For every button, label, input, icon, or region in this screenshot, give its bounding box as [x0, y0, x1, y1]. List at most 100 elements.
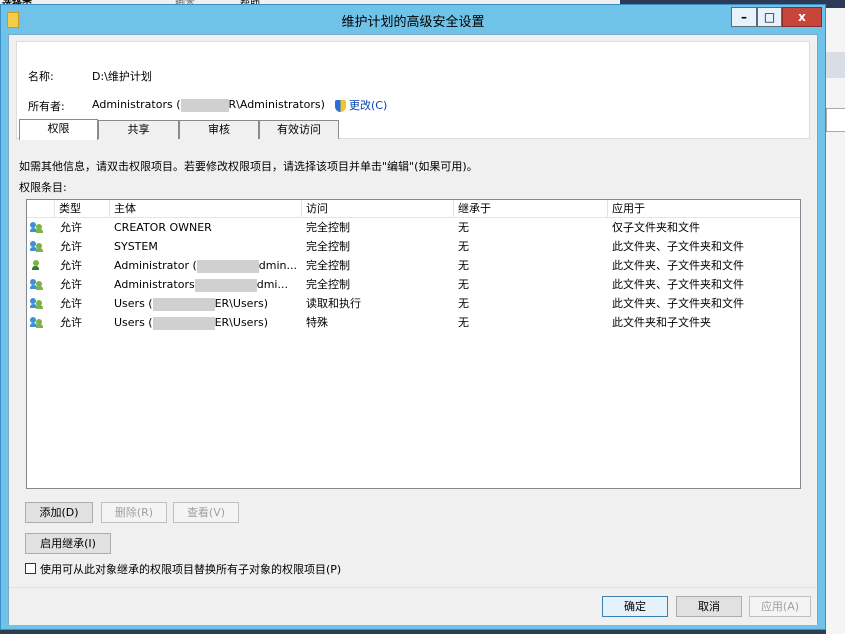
dialog-button-bar: 确定 取消 应用(A): [9, 587, 817, 625]
cell-inherited: 无: [458, 297, 469, 310]
minimize-button[interactable]: –: [731, 7, 757, 27]
cell-applies: 此文件夹、子文件夹和文件: [612, 240, 744, 253]
cell-applies: 仅子文件夹和文件: [612, 221, 700, 234]
replace-child-permissions-label: 使用可从此对象继承的权限项目替换所有子对象的权限项目(P): [40, 563, 342, 576]
background-field: [826, 108, 845, 132]
header-icon-col: [27, 200, 55, 217]
principal-tail: dmin...: [258, 259, 297, 272]
cell-type: 允许: [60, 316, 82, 329]
group-icon: [30, 279, 43, 290]
cell-principal: Administrator ( dmin...: [114, 256, 302, 275]
cell-applies: 此文件夹和子文件夹: [612, 316, 711, 329]
cell-applies: 此文件夹、子文件夹和文件: [612, 297, 744, 310]
cell-applies: 此文件夹、子文件夹和文件: [612, 278, 744, 291]
add-button[interactable]: 添加(D): [25, 502, 93, 523]
cell-inherited: 无: [458, 221, 469, 234]
cell-type: 允许: [60, 221, 82, 234]
group-icon: [30, 298, 43, 309]
principal-tail: ER\Users): [214, 316, 268, 329]
table-row[interactable]: 允许 SYSTEM 完全控制 无 此文件夹、子文件夹和文件: [27, 237, 800, 256]
title-bar[interactable]: 维护计划的高级安全设置 – □ x: [1, 5, 825, 33]
cell-principal: CREATOR OWNER: [114, 218, 302, 237]
table-row[interactable]: 允许 Users ( ER\Users) 特殊 无 此文件夹和子文件夹: [27, 313, 800, 332]
tab-auditing[interactable]: 审核: [179, 120, 259, 139]
tab-effective-access[interactable]: 有效访问: [259, 120, 339, 139]
column-header-principal[interactable]: 主体: [110, 200, 302, 217]
principal-name: SYSTEM: [114, 240, 158, 253]
ok-button[interactable]: 确定: [602, 596, 668, 617]
cell-principal: Administrators dmi...: [114, 275, 302, 294]
column-header-applies[interactable]: 应用于: [608, 200, 800, 217]
redacted-block: [152, 316, 215, 330]
cell-access: 完全控制: [306, 240, 350, 253]
tab-sharing[interactable]: 共享: [98, 120, 179, 139]
principal-name: Users (: [114, 297, 153, 310]
maximize-button[interactable]: □: [757, 7, 782, 27]
cell-type: 允许: [60, 278, 82, 291]
list-header: 类型 主体 访问 继承于 应用于: [27, 200, 800, 218]
close-button[interactable]: x: [782, 7, 822, 27]
user-icon: [30, 260, 43, 271]
table-row[interactable]: 允许 Administrators dmi... 完全控制 无 此文件夹、子文件夹和文件: [27, 275, 800, 294]
view-button[interactable]: 查看(V): [173, 502, 239, 523]
cell-access: 完全控制: [306, 278, 350, 291]
cell-access: 特殊: [306, 316, 328, 329]
owner-value-prefix: Administrators (: [92, 98, 181, 111]
cell-principal: Users ( ER\Users): [114, 313, 302, 332]
redacted-block: [152, 297, 215, 311]
enable-inheritance-button[interactable]: 启用继承(I): [25, 533, 111, 554]
permission-entries-list[interactable]: 类型 主体 访问 继承于 应用于 允许 CREATOR OWNER 完全控制无仅子文…: [26, 199, 801, 489]
group-icon: [30, 222, 43, 233]
table-row[interactable]: 允许 Users ( ER\Users) 读取和执行 无 此文件夹、子文件夹和文件: [27, 294, 800, 313]
table-row[interactable]: 允许 Administrator ( dmin... 完全控制 无 此文件夹、子文件夹和文…: [27, 256, 800, 275]
group-icon: [30, 317, 43, 328]
apply-button[interactable]: 应用(A): [749, 596, 811, 617]
redacted-block: [180, 98, 229, 112]
principal-name: Administrator (: [114, 259, 197, 272]
column-header-inherited[interactable]: 继承于: [454, 200, 608, 217]
cell-inherited: 无: [458, 316, 469, 329]
principal-name: Administrators: [114, 278, 195, 291]
background-strip: [826, 52, 845, 78]
entries-label: 权限条目:: [19, 181, 67, 194]
cell-access: 完全控制: [306, 259, 350, 272]
principal-name: Users (: [114, 316, 153, 329]
column-header-type[interactable]: 类型: [55, 200, 110, 217]
cell-inherited: 无: [458, 278, 469, 291]
background-app-edge: [826, 8, 845, 634]
name-label: 名称:: [28, 70, 54, 83]
remove-button[interactable]: 删除(R): [101, 502, 167, 523]
change-owner-link[interactable]: 更改(C): [335, 97, 387, 113]
name-value: D:\维护计划: [92, 70, 152, 83]
change-owner-label: 更改(C): [349, 99, 388, 112]
owner-value: Administrators ( R\Administrators): [92, 98, 325, 112]
cell-applies: 此文件夹、子文件夹和文件: [612, 259, 744, 272]
cancel-button[interactable]: 取消: [676, 596, 742, 617]
group-icon: [30, 241, 43, 252]
redacted-block: [194, 278, 257, 292]
cell-access: 读取和执行: [306, 297, 361, 310]
info-text: 如需其他信息，请双击权限项目。若要修改权限项目，请选择该项目并单击"编辑"(如果…: [19, 160, 478, 173]
cell-principal: SYSTEM: [114, 237, 302, 256]
owner-label: 所有者:: [28, 100, 65, 113]
owner-value-suffix: R\Administrators): [228, 98, 325, 111]
tab-permissions[interactable]: 权限: [19, 119, 98, 140]
cell-inherited: 无: [458, 240, 469, 253]
principal-tail: dmi...: [256, 278, 288, 291]
column-header-access[interactable]: 访问: [302, 200, 454, 217]
cell-type: 允许: [60, 259, 82, 272]
security-settings-dialog: 维护计划的高级安全设置 – □ x 名称: D:\维护计划 所有者: Admin…: [0, 4, 826, 630]
uac-shield-icon: [335, 100, 346, 112]
redacted-block: [196, 259, 259, 273]
cell-inherited: 无: [458, 259, 469, 272]
dialog-client-area: 名称: D:\维护计划 所有者: Administrators ( R\Admin…: [8, 34, 818, 625]
replace-child-permissions-checkbox[interactable]: [25, 563, 36, 574]
principal-tail: ER\Users): [214, 297, 268, 310]
principal-name: CREATOR OWNER: [114, 221, 212, 234]
cell-type: 允许: [60, 297, 82, 310]
table-row[interactable]: 允许 CREATOR OWNER 完全控制 无 仅子文件夹和文件: [27, 218, 800, 237]
cell-type: 允许: [60, 240, 82, 253]
cell-access: 完全控制: [306, 221, 350, 234]
cell-principal: Users ( ER\Users): [114, 294, 302, 313]
window-title: 维护计划的高级安全设置: [341, 15, 485, 30]
